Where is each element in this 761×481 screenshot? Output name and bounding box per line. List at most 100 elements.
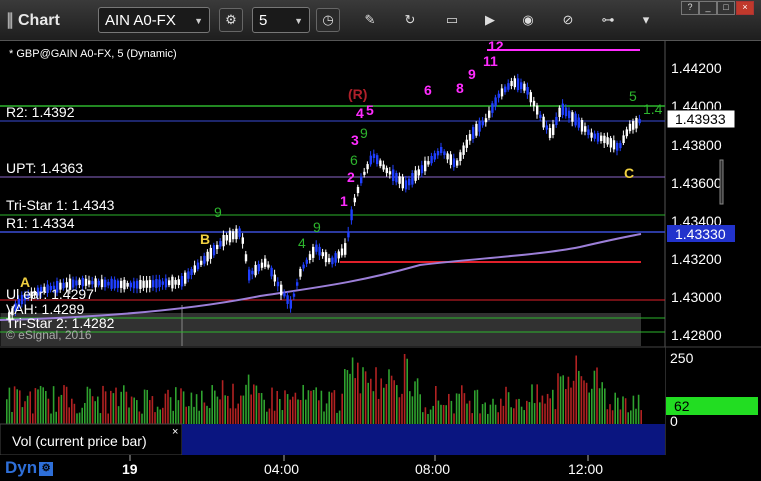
filter-icon[interactable]: ▾ bbox=[634, 8, 658, 32]
volume-bar bbox=[458, 393, 460, 424]
volume-bar bbox=[34, 388, 37, 424]
volume-bar bbox=[232, 383, 234, 424]
time-tick: 04:00 bbox=[264, 461, 299, 477]
candle-body bbox=[536, 105, 539, 115]
edit-icon[interactable]: ▭ bbox=[440, 8, 464, 32]
pencil-icon[interactable]: ✎ bbox=[358, 8, 382, 32]
volume-bar bbox=[554, 409, 557, 424]
candle-body bbox=[606, 137, 609, 145]
refresh-icon[interactable]: ↻ bbox=[398, 8, 422, 32]
volume-bar bbox=[424, 407, 427, 424]
candle-body bbox=[587, 129, 590, 135]
volume-bar bbox=[507, 392, 510, 424]
candle-body bbox=[126, 282, 129, 287]
volume-bar bbox=[289, 399, 291, 424]
gear-icon[interactable]: ⚙ bbox=[219, 8, 243, 32]
candle-body bbox=[280, 284, 283, 296]
volume-bar bbox=[21, 407, 24, 424]
volume-study-label: Vol (current price bar) bbox=[12, 433, 147, 449]
time-tick: 19 bbox=[122, 461, 138, 477]
volume-bar bbox=[68, 407, 70, 424]
symbol-input[interactable]: AIN A0-FX ▼ bbox=[98, 7, 210, 33]
interval-dropdown-icon[interactable]: ▼ bbox=[294, 8, 303, 34]
volume-bar bbox=[138, 411, 141, 424]
symbol-dropdown-icon[interactable]: ▼ bbox=[194, 8, 203, 34]
candle-body bbox=[254, 264, 257, 276]
candle-body bbox=[120, 280, 123, 288]
close-icon[interactable]: × bbox=[736, 1, 754, 15]
volume-bar bbox=[583, 380, 585, 424]
candle-body bbox=[369, 155, 372, 165]
volume-bar bbox=[383, 387, 385, 424]
volume-bar bbox=[107, 413, 109, 424]
candle-body bbox=[257, 264, 260, 272]
volume-bar bbox=[260, 393, 263, 424]
candle-body bbox=[331, 257, 334, 265]
help-icon[interactable]: ? bbox=[681, 1, 699, 15]
alert-icon[interactable]: ◉ bbox=[516, 8, 540, 32]
candle-body bbox=[248, 269, 251, 281]
drag-handle-icon[interactable]: ∥ bbox=[6, 12, 14, 29]
volume-bar bbox=[266, 411, 268, 424]
candle-body bbox=[184, 272, 187, 284]
candle-body bbox=[296, 282, 299, 286]
maximize-icon[interactable]: □ bbox=[717, 1, 735, 15]
volume-bar bbox=[364, 371, 367, 424]
upt-label: UPT: 1.4363 bbox=[6, 160, 84, 176]
candle-body bbox=[190, 269, 193, 276]
candle-body bbox=[539, 114, 542, 119]
price-tick: 1.42800 bbox=[671, 327, 722, 343]
close-icon[interactable]: × bbox=[172, 426, 178, 438]
volume-bar bbox=[440, 404, 442, 424]
candle-body bbox=[222, 234, 225, 247]
volume-bar bbox=[39, 385, 42, 424]
volume-bar bbox=[419, 394, 421, 424]
candle-body bbox=[372, 153, 376, 159]
volume-bar bbox=[533, 403, 536, 424]
volume-bar bbox=[546, 393, 549, 424]
candle-body bbox=[475, 123, 478, 136]
volume-bar bbox=[494, 404, 497, 424]
time-axis-panel bbox=[0, 455, 761, 481]
volume-bar bbox=[367, 382, 369, 424]
volume-value-badge-text: 62 bbox=[674, 398, 690, 414]
minimize-icon[interactable]: _ bbox=[699, 1, 717, 15]
volume-bar bbox=[453, 413, 455, 424]
count-2: 2 bbox=[347, 169, 355, 185]
volume-bar bbox=[133, 397, 135, 424]
candle-body bbox=[628, 123, 632, 132]
candle-body bbox=[456, 160, 459, 166]
volume-bar bbox=[112, 393, 115, 424]
play-icon[interactable]: ▶ bbox=[478, 8, 502, 32]
count-11: 11 bbox=[483, 53, 498, 69]
volume-bar bbox=[24, 401, 26, 424]
candle-body bbox=[148, 279, 152, 288]
link-icon[interactable]: ⊘ bbox=[556, 8, 580, 32]
candle-body bbox=[462, 145, 465, 155]
volume-bar bbox=[562, 375, 564, 424]
interval-input[interactable]: 5 ▼ bbox=[252, 7, 310, 33]
candle-body bbox=[136, 280, 139, 289]
green-count-9a: 9 bbox=[214, 204, 222, 220]
volume-bar bbox=[570, 387, 572, 424]
clock-icon[interactable]: ◷ bbox=[316, 8, 340, 32]
volume-bar bbox=[354, 378, 356, 424]
volume-bar bbox=[526, 400, 528, 424]
candle-body bbox=[417, 169, 420, 176]
candle-body bbox=[177, 279, 180, 286]
price-chart[interactable]: A B C (R) 1 2 3 4 5 6 8 9 11 12 9 4 9 6 … bbox=[0, 41, 761, 481]
volume-bar bbox=[567, 376, 570, 424]
volume-bar bbox=[318, 400, 320, 424]
dynamic-mode-button[interactable]: Dyn ⚙ bbox=[5, 458, 54, 478]
volume-bar bbox=[372, 391, 375, 424]
volume-bar bbox=[120, 391, 122, 424]
volume-bar bbox=[50, 413, 52, 424]
pin-icon[interactable]: ⊶ bbox=[596, 8, 620, 32]
green-count-9b: 9 bbox=[313, 219, 321, 235]
volume-bar bbox=[585, 382, 588, 424]
volume-bar bbox=[169, 397, 172, 424]
settings-icon[interactable]: ⚙ bbox=[39, 461, 54, 476]
candle-body bbox=[497, 93, 500, 98]
volume-bar bbox=[331, 392, 333, 424]
volume-bar bbox=[575, 355, 577, 424]
